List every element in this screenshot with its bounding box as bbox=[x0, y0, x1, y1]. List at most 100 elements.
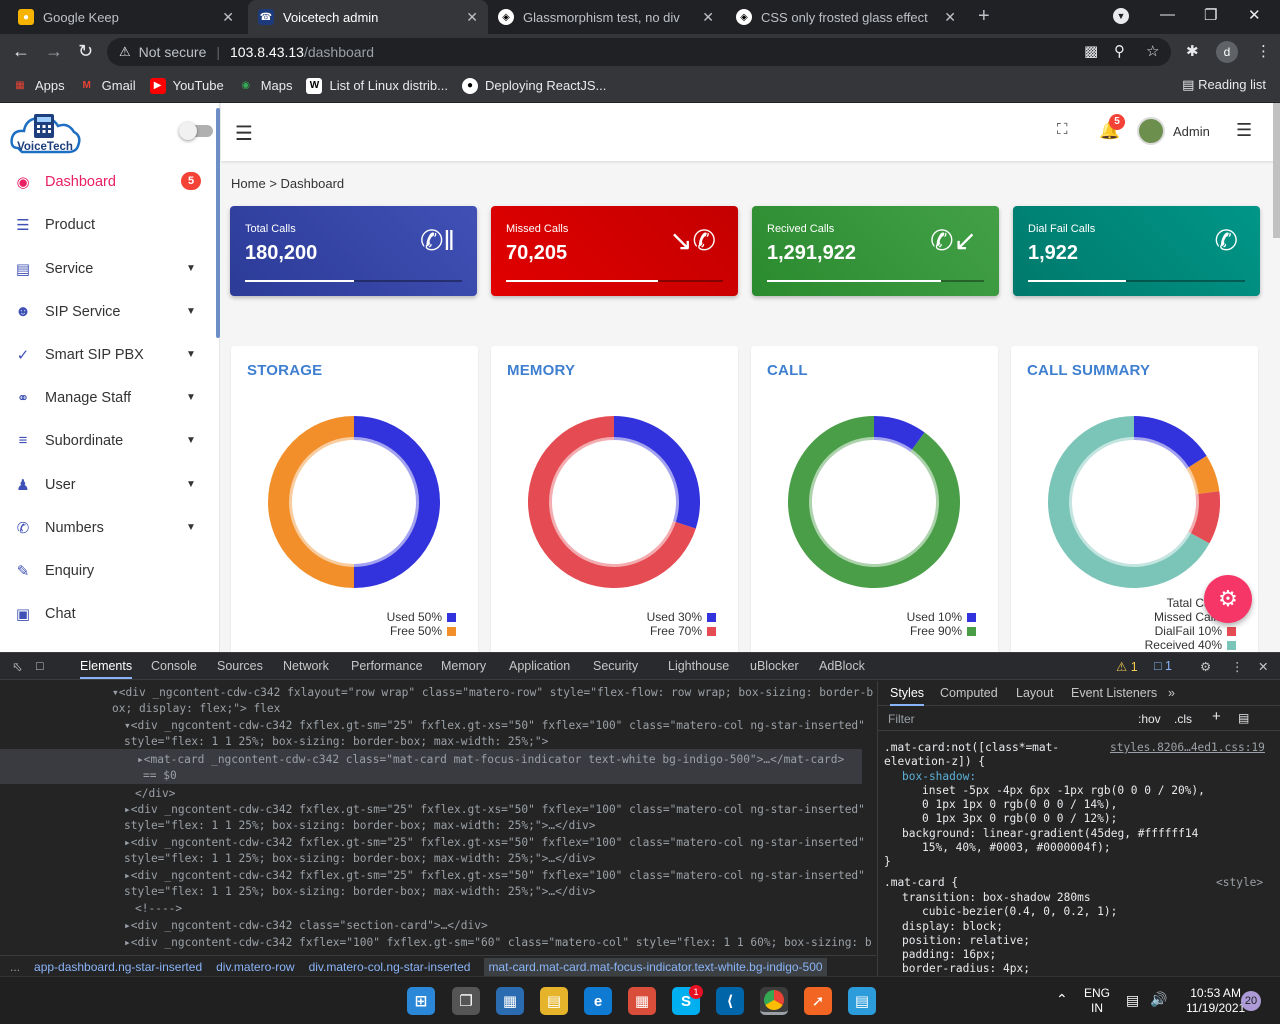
notepad-icon[interactable]: ▤ bbox=[848, 987, 876, 1015]
css-declaration[interactable]: display: block; bbox=[902, 920, 1003, 934]
bookmark-apps[interactable]: ▦ Apps bbox=[12, 78, 64, 94]
tab-voicetech-admin[interactable]: ☎ Voicetech admin ✕ bbox=[248, 0, 488, 34]
styles-tab-computed[interactable]: Computed bbox=[940, 686, 998, 700]
styles-tab-styles[interactable]: Styles bbox=[890, 686, 925, 707]
fullscreen-icon[interactable]: ⛶ bbox=[1057, 121, 1068, 138]
tab-google-keep[interactable]: ● Google Keep ✕ bbox=[8, 0, 244, 34]
dom-node-selected[interactable]: ▸<mat-card _ngcontent-cdw-c342 class="ma… bbox=[137, 752, 844, 769]
cls-toggle[interactable]: .cls bbox=[1174, 712, 1192, 726]
bookmark-linux-distrib[interactable]: W List of Linux distrib... bbox=[306, 77, 448, 94]
address-bar[interactable]: ⚠ Not secure | 103.8.43.13 /dashboard bbox=[107, 38, 1171, 66]
notification-center-badge[interactable]: 20 bbox=[1241, 991, 1261, 1011]
css-declaration[interactable]: position: relative; bbox=[902, 934, 1030, 948]
zoom-icon[interactable]: ⚲ bbox=[1114, 42, 1125, 60]
input-language[interactable]: ENG IN bbox=[1084, 986, 1110, 1016]
devtools-tab-application[interactable]: Application bbox=[509, 659, 570, 673]
breadcrumb-home[interactable]: Home bbox=[231, 176, 266, 191]
css-declaration[interactable]: background: linear-gradient(45deg, #ffff… bbox=[902, 827, 1198, 841]
devtools-tab-memory[interactable]: Memory bbox=[441, 659, 486, 673]
dom-node[interactable]: ▸<div _ngcontent-cdw-c342 fxflex.gt-sm="… bbox=[124, 868, 865, 885]
dom-node[interactable]: ▸<div _ngcontent-cdw-c342 fxflex.gt-sm="… bbox=[124, 835, 865, 852]
system-clock[interactable]: 10:53 AM 11/19/2021 bbox=[1186, 986, 1245, 1016]
back-button[interactable]: ← bbox=[12, 41, 30, 62]
breadcrumb-more[interactable]: ... bbox=[10, 960, 20, 974]
css-selector[interactable]: .mat-card { bbox=[884, 876, 958, 890]
devtools-breadcrumb[interactable]: div.matero-col.ng-star-inserted bbox=[309, 960, 471, 974]
user-avatar[interactable] bbox=[1137, 117, 1165, 145]
devtools-close-icon[interactable]: ✕ bbox=[1258, 659, 1268, 674]
dom-node[interactable]: ▸<div _ngcontent-cdw-c342 class="section… bbox=[124, 918, 488, 935]
devtools-tab-console[interactable]: Console bbox=[151, 659, 197, 673]
css-property[interactable]: box-shadow: bbox=[902, 770, 976, 784]
user-name[interactable]: Admin bbox=[1173, 124, 1210, 139]
devtools-tab-security[interactable]: Security bbox=[593, 659, 638, 673]
css-source-link[interactable]: styles.8206…4ed1.css:19 bbox=[1110, 741, 1265, 755]
postman-icon[interactable]: ➚ bbox=[804, 987, 832, 1015]
sidebar-item-manage-staff[interactable]: ⚭ Manage Staff ▼ bbox=[0, 376, 215, 419]
sidebar-item-subordinate[interactable]: ≡ Subordinate ▼ bbox=[0, 419, 215, 462]
devtools-tab-adblock[interactable]: AdBlock bbox=[819, 659, 865, 673]
vscode-icon[interactable]: ⟨ bbox=[716, 987, 744, 1015]
new-tab-button[interactable]: + bbox=[978, 5, 990, 28]
stat-card-dial-fail-calls[interactable]: Dial Fail Calls 1,922 ✆ bbox=[1013, 206, 1260, 296]
inspect-element-icon[interactable]: ⬁ bbox=[12, 659, 22, 674]
windows-start-icon[interactable]: ⊞ bbox=[407, 987, 435, 1015]
bookmark-maps[interactable]: ◉ Maps bbox=[238, 78, 292, 94]
css-declaration[interactable]: border-radius: 4px; bbox=[902, 962, 1030, 976]
minimize-button[interactable]: — bbox=[1160, 6, 1175, 23]
bookmark-youtube[interactable]: ▶ YouTube bbox=[149, 77, 224, 94]
devtools-tab-sources[interactable]: Sources bbox=[217, 659, 263, 673]
devtools-more-icon[interactable]: ⋮ bbox=[1231, 659, 1244, 674]
page-scrollbar[interactable] bbox=[1273, 103, 1280, 238]
network-icon[interactable]: ▤ bbox=[1126, 992, 1139, 1009]
bookmark-deploying-reactjs[interactable]: ● Deploying ReactJS... bbox=[461, 77, 606, 94]
close-tab-icon[interactable]: ✕ bbox=[222, 9, 234, 26]
sidebar-item-smart-sip-pbx[interactable]: ✓ Smart SIP PBX ▼ bbox=[0, 333, 215, 376]
qr-code-icon[interactable]: ▩ bbox=[1084, 42, 1098, 60]
dom-tree[interactable]: ▾<div _ngcontent-cdw-c342 fxlayout="row … bbox=[0, 681, 876, 955]
close-tab-icon[interactable]: ✕ bbox=[466, 9, 478, 26]
more-tabs-icon[interactable]: » bbox=[1168, 686, 1175, 700]
tray-overflow-icon[interactable]: ⌃ bbox=[1056, 991, 1068, 1008]
sidebar-item-user[interactable]: ♟ User ▼ bbox=[0, 463, 215, 506]
bookmark-star-icon[interactable]: ☆ bbox=[1146, 42, 1159, 60]
close-tab-icon[interactable]: ✕ bbox=[702, 9, 714, 26]
forward-button[interactable]: → bbox=[45, 41, 63, 62]
css-selector[interactable]: .mat-card:not([class*=mat- bbox=[884, 741, 1059, 755]
css-declaration[interactable]: padding: 16px; bbox=[902, 948, 996, 962]
devtools-tab-performance[interactable]: Performance bbox=[351, 659, 423, 673]
donut-slice-used[interactable] bbox=[614, 416, 700, 529]
new-rule-icon[interactable]: + bbox=[1212, 709, 1221, 724]
devtools-breadcrumb-current[interactable]: mat-card.mat-card.mat-focus-indicator.te… bbox=[484, 957, 827, 976]
dom-node[interactable]: </div> bbox=[135, 786, 175, 803]
volume-icon[interactable]: 🔊 bbox=[1150, 991, 1167, 1008]
stat-card-total-calls[interactable]: Total Calls 180,200 ✆‖ bbox=[230, 206, 477, 296]
theme-toggle[interactable] bbox=[179, 122, 213, 140]
devtools-tab-lighthouse[interactable]: Lighthouse bbox=[668, 659, 729, 673]
settings-fab-button[interactable]: ⚙ bbox=[1204, 575, 1252, 623]
dom-node[interactable]: ▾<div _ngcontent-cdw-c342 fxflex.gt-sm="… bbox=[124, 718, 865, 735]
more-menu-icon[interactable]: ☰ bbox=[1236, 120, 1252, 141]
widgets-icon[interactable]: ▦ bbox=[496, 987, 524, 1015]
dom-node[interactable]: ▸<div _ngcontent-cdw-c342 fxflex.gt-sm="… bbox=[124, 802, 865, 819]
css-declaration[interactable]: transition: box-shadow 280ms bbox=[902, 891, 1091, 905]
extensions-icon[interactable]: ✱ bbox=[1186, 42, 1199, 60]
sidebar-item-service[interactable]: ▤ Service ▼ bbox=[0, 247, 215, 290]
sidebar-item-chat[interactable]: ▣ Chat bbox=[0, 592, 215, 635]
styles-tab-event-listeners[interactable]: Event Listeners bbox=[1071, 686, 1157, 700]
devtools-tab-elements[interactable]: Elements bbox=[80, 659, 133, 679]
device-toolbar-icon[interactable]: □ bbox=[36, 659, 44, 673]
toggle-sidebar-icon[interactable]: ▤ bbox=[1238, 711, 1249, 725]
stat-card-received-calls[interactable]: Recived Calls 1,291,922 ✆↙ bbox=[752, 206, 999, 296]
reload-button[interactable]: ↻ bbox=[78, 41, 93, 62]
hov-toggle[interactable]: :hov bbox=[1138, 712, 1161, 726]
sidebar-item-dashboard[interactable]: ◉ Dashboard 5 bbox=[0, 160, 215, 203]
dom-node[interactable]: ▾<div _ngcontent-cdw-c342 fxlayout="row … bbox=[112, 685, 873, 702]
devtools-tab-ublocker[interactable]: uBlocker bbox=[750, 659, 799, 673]
stat-card-missed-calls[interactable]: Missed Calls 70,205 ↘✆ bbox=[491, 206, 738, 296]
restore-button[interactable]: ❐ bbox=[1204, 6, 1217, 24]
sidebar-scrollbar[interactable] bbox=[216, 108, 220, 338]
css-value[interactable]: 0 1px 3px 0 rgb(0 0 0 / 12%); bbox=[922, 812, 1117, 826]
task-view-icon[interactable]: ❐ bbox=[452, 987, 480, 1015]
edge-browser-icon[interactable]: e bbox=[584, 987, 612, 1015]
